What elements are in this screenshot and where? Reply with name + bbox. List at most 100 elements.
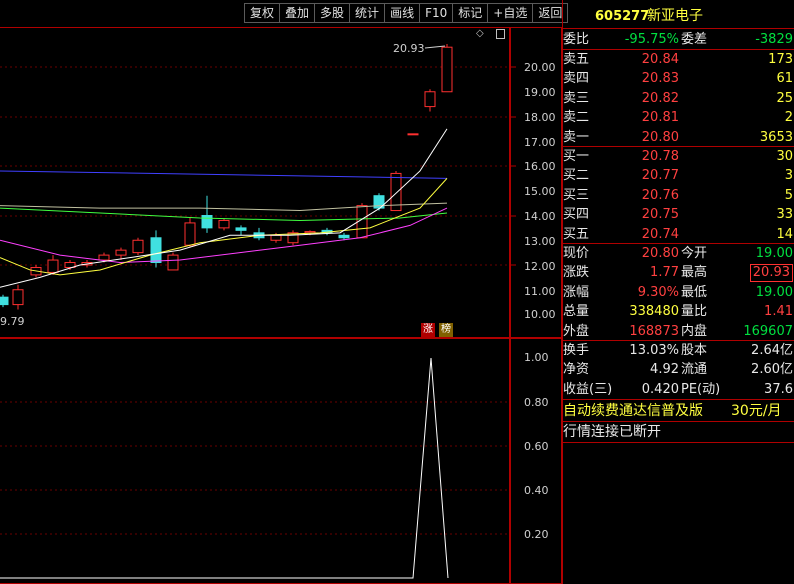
ask-row: 卖二 20.81 2	[563, 108, 794, 127]
quote-label: 外盘	[563, 323, 590, 339]
candle-body	[441, 46, 453, 93]
ask-price: 20.81	[641, 110, 679, 126]
ask-price: 20.80	[641, 129, 679, 145]
ask-row: 卖四 20.83 61	[563, 69, 794, 88]
ask-volume: 2	[784, 110, 793, 126]
bid-label: 买二	[563, 168, 590, 184]
low-price-marker: 9.79	[0, 315, 25, 328]
quote-row: 外盘 168873 内盘 169607	[563, 322, 794, 341]
fundamental-label: 收益(三)	[563, 381, 613, 397]
quote-row: 涨跌 1.77 最高 20.93	[563, 263, 794, 283]
ask-label: 卖四	[563, 71, 590, 87]
bid-price: 20.77	[641, 168, 679, 184]
candle-body	[235, 227, 247, 231]
fundamental-value: 2.64亿	[751, 343, 793, 358]
bid-label: 买四	[563, 207, 590, 223]
ma-line-green	[0, 207, 448, 221]
fundamental-value: 4.92	[650, 362, 679, 378]
bid-label: 买五	[563, 226, 590, 242]
fundamental-label: 净资	[563, 362, 590, 378]
limit-up-tag[interactable]: 涨	[421, 323, 435, 337]
ask-volume: 61	[776, 71, 793, 87]
quote-label: 现价	[563, 246, 590, 261]
diamond-icon[interactable]: ◇	[476, 28, 484, 39]
quote-label: 涨幅	[563, 284, 590, 300]
bid-price: 20.74	[641, 226, 679, 242]
ask-row: 卖三 20.82 25	[563, 89, 794, 108]
price-axis-label: 10.00	[524, 308, 556, 321]
quote-value: 19.00	[755, 246, 793, 261]
ask-price: 20.84	[641, 52, 679, 67]
quote-value: 20.93	[749, 264, 793, 283]
price-axis-label: 18.00	[524, 111, 556, 124]
ranking-tag[interactable]: 榜	[439, 323, 453, 337]
indicator-axis-label: 1.00	[524, 351, 549, 364]
ask-label: 卖五	[563, 52, 590, 67]
price-axis-label: 14.00	[524, 210, 556, 223]
weibi-value: -95.75%	[624, 32, 679, 47]
bid-row: 买三 20.76 5	[563, 186, 794, 205]
fundamental-label: 股本	[681, 343, 708, 358]
fundamental-label: PE(动)	[681, 381, 721, 397]
ma-line-magenta	[0, 207, 448, 264]
indicator-line	[0, 357, 449, 579]
price-axis-label: 12.00	[524, 260, 556, 273]
bid-volume: 14	[776, 226, 793, 242]
fundamental-value: 2.60亿	[751, 362, 793, 378]
fundamental-row: 换手 13.03% 股本 2.64亿	[563, 341, 794, 360]
stock-code: 605277	[595, 9, 650, 24]
candle-body	[115, 249, 127, 256]
quote-label: 最高	[681, 265, 708, 281]
bid-volume: 30	[776, 149, 793, 164]
candle-body	[184, 222, 196, 246]
ask-volume: 25	[776, 90, 793, 106]
quote-value: 169607	[743, 323, 793, 339]
candle-body	[47, 259, 59, 273]
bid-label: 买三	[563, 187, 590, 203]
bid-volume: 33	[776, 207, 793, 223]
candle-body	[218, 219, 230, 229]
quote-info-panel: 605277 新亚电子 委比 -95.75% 委差 -3829 卖五 20.84 1…	[562, 0, 794, 584]
window-toggle-icon[interactable]	[496, 29, 505, 39]
stock-header: 605277 新亚电子	[563, 7, 794, 26]
indicator-axis-label: 0.40	[524, 484, 549, 497]
candle-body	[12, 289, 24, 306]
ask-label: 卖三	[563, 90, 590, 106]
quote-label: 内盘	[681, 323, 708, 339]
indicator-axis-label: 0.80	[524, 396, 549, 409]
quote-row: 涨幅 9.30% 最低 19.00	[563, 283, 794, 302]
connection-status: 行情连接已断开	[563, 424, 661, 440]
candle-body	[0, 296, 9, 306]
bid-volume: 3	[784, 168, 793, 184]
quote-label: 最低	[681, 284, 708, 300]
weibi-row: 委比 -95.75% 委差 -3829	[563, 30, 794, 49]
promo-price[interactable]: 30元/月	[731, 402, 782, 421]
bid-row: 买四 20.75 33	[563, 205, 794, 224]
quote-label: 量比	[681, 304, 708, 320]
kline-chart-canvas[interactable]	[0, 0, 562, 584]
promo-text[interactable]: 自动续费通达信普及版	[563, 402, 703, 421]
candle-body	[132, 239, 144, 254]
quote-value: 168873	[629, 323, 679, 339]
bid-volume: 5	[784, 187, 793, 203]
quote-row: 现价 20.80 今开 19.00	[563, 244, 794, 263]
price-axis-label: 20.00	[524, 61, 556, 74]
promo-row[interactable]: 自动续费通达信普及版 30元/月	[563, 402, 794, 421]
indicator-axis-label: 0.20	[524, 528, 549, 541]
bid-label: 买一	[563, 149, 590, 164]
weidiff-label: 委差	[681, 32, 708, 47]
weidiff-value: -3829	[755, 32, 793, 47]
ask-row: 卖一 20.80 3653	[563, 128, 794, 147]
stock-name: 新亚电子	[647, 8, 703, 24]
ask-label: 卖二	[563, 110, 590, 126]
ask-volume: 3653	[759, 129, 793, 145]
price-axis-label: 15.00	[524, 185, 556, 198]
quote-row: 总量 338480 量比 1.41	[563, 302, 794, 321]
quote-value: 338480	[629, 304, 679, 320]
quote-value: 20.80	[641, 246, 679, 261]
price-axis-label: 16.00	[524, 160, 556, 173]
price-axis-label: 19.00	[524, 86, 556, 99]
candle-body	[338, 234, 350, 239]
quote-value: 1.77	[650, 265, 679, 281]
bid-row: 买二 20.77 3	[563, 166, 794, 185]
